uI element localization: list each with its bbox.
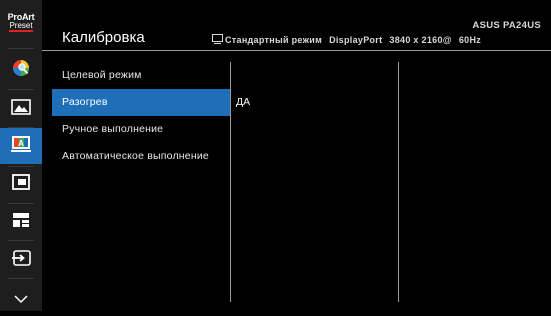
column-divider-1 [230, 62, 231, 302]
rail-item-quickfit[interactable] [0, 204, 42, 240]
header: Калибровка ASUS PA24US Стандартный режим… [42, 0, 551, 50]
proart-preset-logo[interactable]: ProArt Preset [0, 0, 42, 44]
rail-divider [8, 89, 34, 90]
rail-divider [8, 278, 34, 279]
menu-item-manual-execution[interactable]: Ручное выполнение [52, 116, 230, 143]
pip-icon [12, 174, 30, 194]
submenu-item-yes[interactable]: ДА [236, 89, 396, 116]
color-wheel-icon [11, 58, 31, 82]
status-mode: Стандартный режим [225, 35, 323, 45]
status-refresh: 60Hz [458, 35, 482, 45]
chevron-down-icon [13, 289, 29, 308]
status-bar: Стандартный режим DisplayPort 3840 x 216… [212, 34, 488, 46]
osd-window: ProArt Preset A Калибровка ASUS PA24US С… [0, 0, 551, 311]
warm-up-submenu: ДА [236, 89, 396, 116]
calibration-icon: A [10, 135, 32, 157]
rail-item-input[interactable] [0, 242, 42, 278]
rail-item-pip[interactable] [0, 166, 42, 202]
status-resolution: 3840 x 2160@ [389, 35, 452, 45]
page-title: Калибровка [62, 29, 145, 46]
logo-line-2: Preset [9, 20, 33, 32]
image-mountain-icon [11, 99, 31, 119]
calibration-menu: Целевой режим Разогрев Ручное выполнение… [52, 62, 230, 170]
menu-item-target-mode[interactable]: Целевой режим [52, 62, 230, 89]
monitor-icon [212, 34, 223, 46]
icon-rail: ProArt Preset A [0, 0, 42, 311]
svg-text:A: A [18, 139, 24, 148]
menu-item-warm-up[interactable]: Разогрев [52, 89, 230, 116]
rail-divider [8, 48, 34, 49]
column-divider-2 [398, 62, 399, 302]
rail-item-calibration[interactable]: A [0, 128, 42, 164]
menu-item-auto-execution[interactable]: Автоматическое выполнение [52, 143, 230, 170]
input-select-icon [11, 250, 31, 270]
qc-grid-icon [12, 212, 30, 232]
rail-divider [8, 240, 34, 241]
model-name: ASUS PA24US [472, 20, 541, 31]
rail-item-image[interactable] [0, 91, 42, 127]
rail-item-color[interactable] [0, 52, 42, 88]
header-divider [42, 50, 551, 51]
main-panel: Калибровка ASUS PA24US Стандартный режим… [42, 0, 551, 311]
status-input: DisplayPort [329, 35, 383, 45]
